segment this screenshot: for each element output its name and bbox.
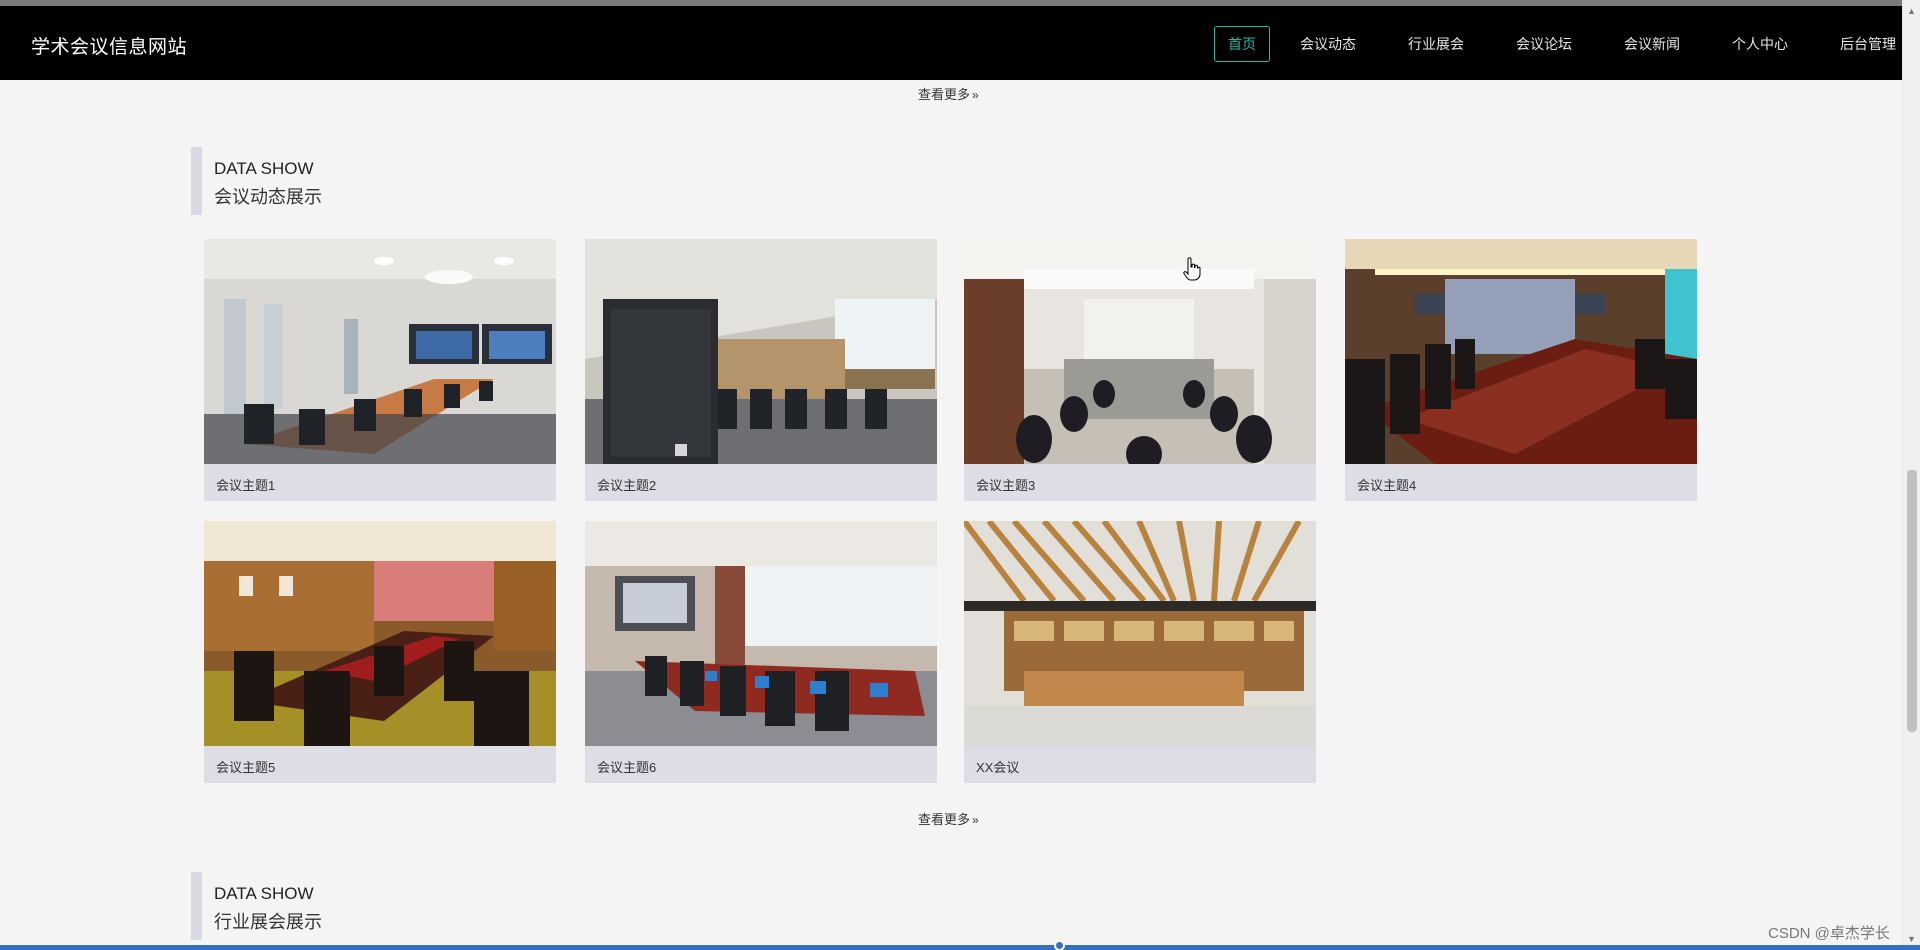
nav-item-exhibitions[interactable]: 行业展会 — [1394, 26, 1478, 62]
conference-card[interactable]: 会议主题4 — [1345, 239, 1697, 501]
conference-room-photo[interactable] — [204, 239, 556, 464]
nav-item-home[interactable]: 首页 — [1214, 26, 1270, 62]
card-caption[interactable]: 会议主题3 — [976, 475, 1035, 494]
nav-item-profile[interactable]: 个人中心 — [1718, 26, 1802, 62]
conference-card[interactable]: 会议主题6 — [585, 521, 937, 783]
site-title[interactable]: 学术会议信息网站 — [31, 32, 187, 59]
nav-item-forum[interactable]: 会议论坛 — [1502, 26, 1586, 62]
vertical-scrollbar[interactable]: ▲ ▼ — [1902, 0, 1920, 950]
conference-room-with-speaker-photo[interactable] — [585, 239, 937, 464]
top-navbar: 学术会议信息网站 首页 会议动态 行业展会 会议论坛 会议新闻 个人中心 后台管… — [0, 6, 1902, 80]
double-chevron-right-icon: » — [972, 813, 978, 827]
card-caption[interactable]: 会议主题6 — [597, 757, 656, 776]
scroll-down-arrow-icon[interactable]: ▼ — [1907, 934, 1916, 944]
video-progress-bar[interactable] — [0, 945, 1920, 950]
bookstore-interior-photo[interactable] — [964, 521, 1316, 746]
conference-card[interactable]: XX会议 — [964, 521, 1316, 783]
view-more-link-top[interactable]: 查看更多» — [918, 84, 978, 103]
card-caption[interactable]: 会议主题2 — [597, 475, 656, 494]
view-more-label: 查看更多 — [918, 87, 971, 102]
section-header-exhibitions: DATA SHOW 行业展会展示 — [191, 872, 322, 940]
card-caption[interactable]: XX会议 — [976, 757, 1019, 776]
card-caption[interactable]: 会议主题1 — [216, 475, 275, 494]
conference-card[interactable]: 会议主题2 — [585, 239, 937, 501]
nav-item-dynamics[interactable]: 会议动态 — [1286, 26, 1370, 62]
progress-handle[interactable] — [1054, 940, 1065, 950]
conference-card[interactable]: 会议主题3 — [964, 239, 1316, 501]
conference-card[interactable]: 会议主题1 — [204, 239, 556, 501]
scroll-up-arrow-icon[interactable]: ▲ — [1907, 6, 1916, 16]
watermark: CSDN @卓杰学长 — [1768, 925, 1890, 942]
main-nav: 首页 会议动态 行业展会 会议论坛 会议新闻 个人中心 后台管理 — [1214, 26, 1910, 62]
conference-hall-photo[interactable] — [585, 521, 937, 746]
section-title-en: DATA SHOW — [214, 884, 314, 903]
nav-item-news[interactable]: 会议新闻 — [1610, 26, 1694, 62]
card-caption[interactable]: 会议主题4 — [1357, 475, 1416, 494]
section-title-cn: 行业展会展示 — [214, 912, 322, 932]
hand-pointer-cursor-icon — [1183, 257, 1201, 281]
double-chevron-right-icon: » — [972, 88, 978, 102]
section-title-en: DATA SHOW — [214, 159, 314, 178]
nav-item-admin[interactable]: 后台管理 — [1826, 26, 1910, 62]
scrollbar-thumb[interactable] — [1907, 470, 1917, 732]
boardroom-photo[interactable] — [1345, 239, 1697, 464]
view-more-link-dynamics[interactable]: 查看更多» — [918, 809, 978, 828]
wooden-boardroom-photo[interactable] — [204, 521, 556, 746]
section-title-cn: 会议动态展示 — [214, 187, 322, 207]
conference-card[interactable]: 会议主题5 — [204, 521, 556, 783]
meeting-room-photo[interactable] — [964, 239, 1316, 464]
view-more-label: 查看更多 — [918, 812, 971, 827]
section-header-dynamics: DATA SHOW 会议动态展示 — [191, 147, 322, 215]
card-caption[interactable]: 会议主题5 — [216, 757, 275, 776]
